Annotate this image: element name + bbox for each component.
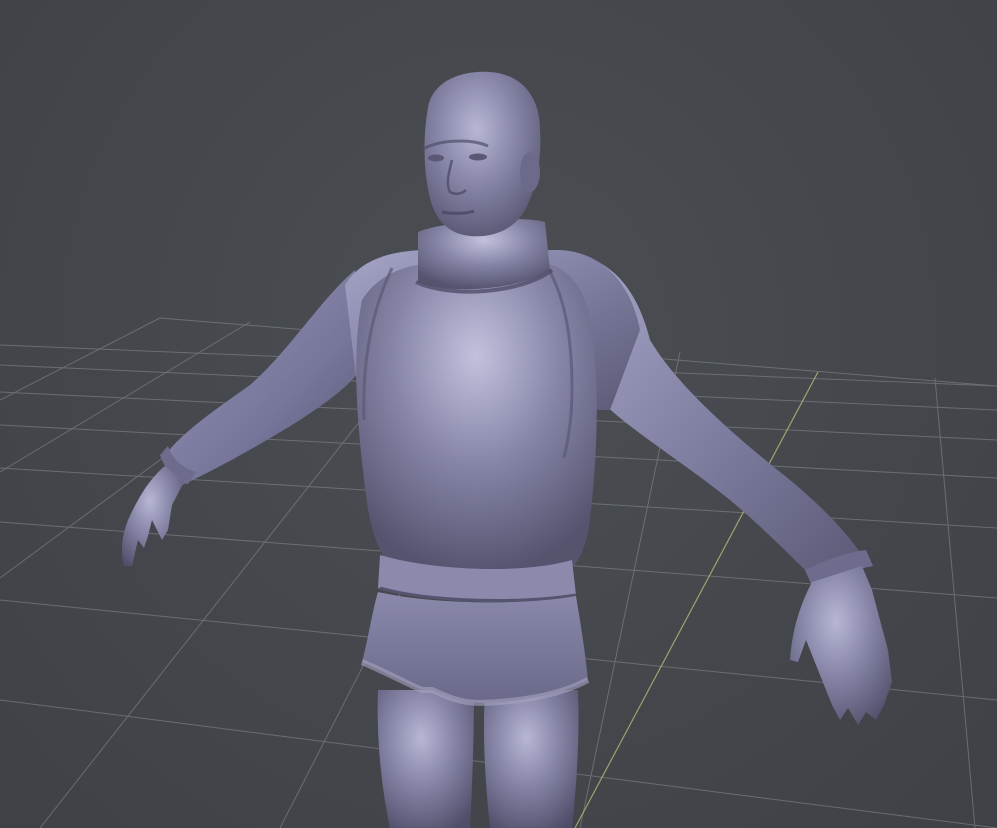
viewport-canvas[interactable] bbox=[0, 0, 997, 828]
eye-left bbox=[428, 154, 444, 162]
left-arm bbox=[165, 270, 372, 485]
tasset bbox=[362, 592, 588, 703]
right-leg bbox=[483, 690, 579, 828]
left-leg bbox=[377, 690, 474, 828]
eye-right bbox=[469, 153, 487, 161]
3d-viewport[interactable] bbox=[0, 0, 997, 828]
right-hand bbox=[790, 566, 892, 725]
ear bbox=[520, 152, 540, 192]
breastplate bbox=[356, 262, 597, 575]
